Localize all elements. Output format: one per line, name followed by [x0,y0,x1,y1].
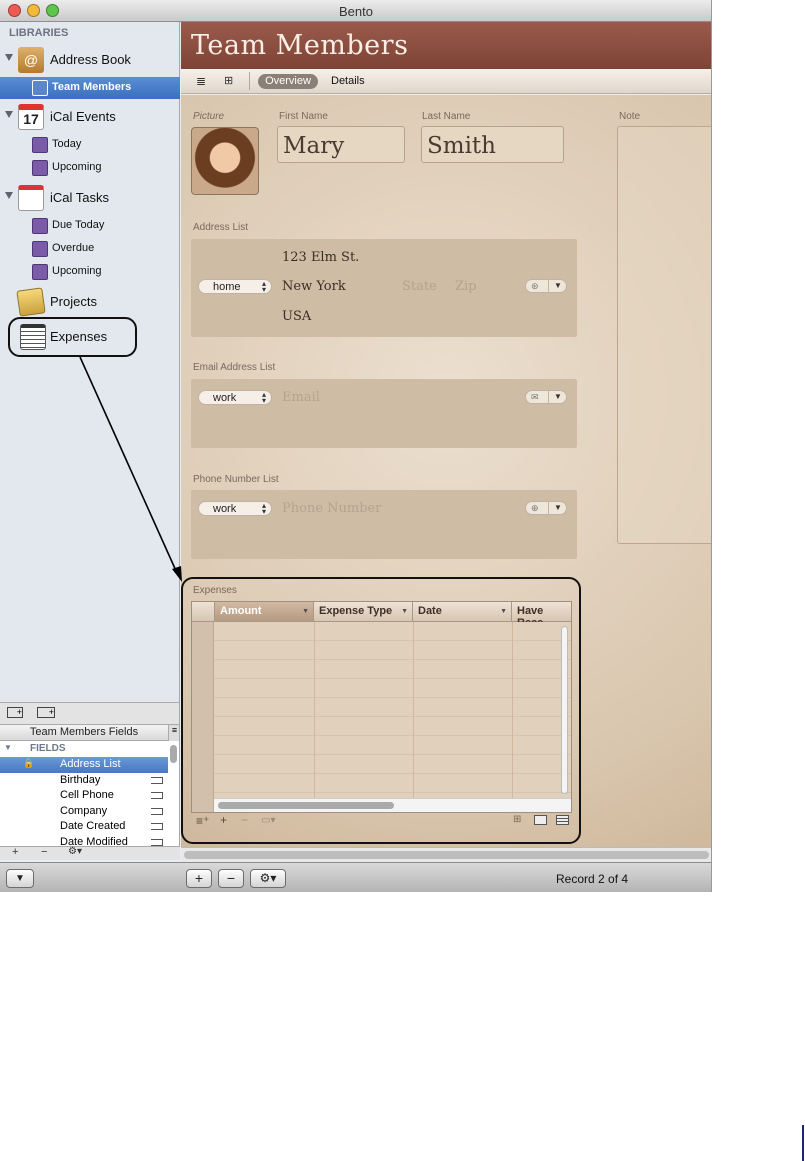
callout-arrow-head [172,566,182,582]
callout-arrow-line [79,356,178,574]
callout-arrow [79,356,182,582]
page-margin-bar [802,1125,804,1161]
